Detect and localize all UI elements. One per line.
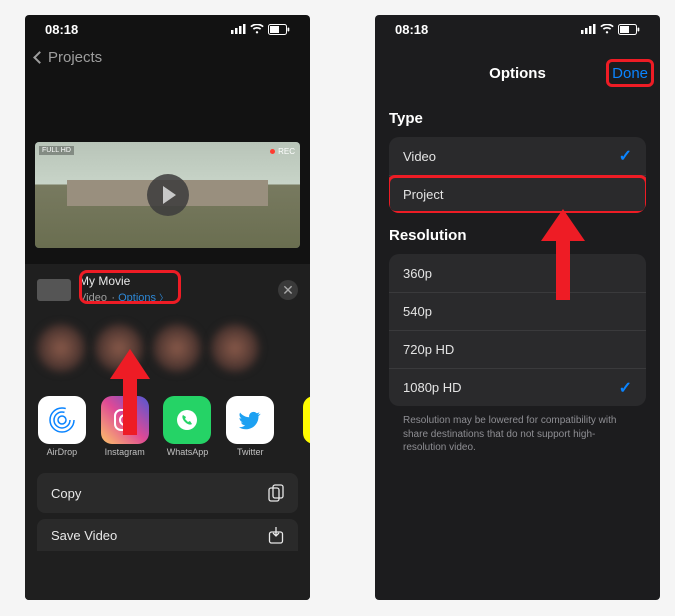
- status-icons: [581, 24, 640, 35]
- save-video-action[interactable]: Save Video: [37, 519, 298, 551]
- wifi-icon: [250, 24, 264, 34]
- copy-icon: [268, 484, 284, 502]
- apps-row: AirDrop Instagram WhatsApp Twitter: [37, 396, 298, 457]
- res-360-row[interactable]: 360p: [389, 254, 646, 292]
- share-thumbnail: [37, 279, 71, 301]
- cellular-icon: [231, 24, 246, 34]
- options-title: Options: [489, 65, 546, 82]
- clock: 08:18: [395, 22, 428, 37]
- chevron-right-icon: 〉: [159, 293, 168, 303]
- battery-icon: [618, 24, 640, 35]
- res-1080-row[interactable]: 1080p HD ✓: [389, 368, 646, 406]
- share-item-kind: Video: [79, 292, 107, 304]
- airdrop-icon: [47, 405, 77, 435]
- share-screen: 08:18 Projects FULL HD REC My Movie Vid: [25, 15, 310, 600]
- res-720-row[interactable]: 720p HD: [389, 330, 646, 368]
- options-header: Options Done: [375, 43, 660, 96]
- contact-avatar[interactable]: [153, 324, 201, 372]
- wifi-icon: [600, 24, 614, 34]
- done-button[interactable]: Done: [612, 65, 648, 82]
- whatsapp-icon: [173, 406, 201, 434]
- battery-icon: [268, 24, 290, 35]
- airdrop-app[interactable]: AirDrop: [37, 396, 87, 457]
- rec-badge: REC: [270, 147, 295, 156]
- cellular-icon: [581, 24, 596, 34]
- video-preview[interactable]: FULL HD REC: [35, 142, 300, 248]
- nav-back[interactable]: Projects: [25, 43, 310, 72]
- twitter-app[interactable]: Twitter: [225, 396, 275, 457]
- checkmark-icon: ✓: [619, 146, 632, 166]
- contact-avatar[interactable]: [95, 324, 143, 372]
- fullhd-badge: FULL HD: [39, 146, 74, 155]
- instagram-icon: [112, 407, 138, 433]
- action-list: Copy Save Video: [37, 473, 298, 551]
- share-sheet: My Movie Video · Options 〉 ✕: [25, 264, 310, 600]
- status-bar: 08:18: [375, 15, 660, 43]
- chevron-left-icon: [33, 51, 46, 64]
- contact-avatar[interactable]: [211, 324, 259, 372]
- contact-avatar[interactable]: [37, 324, 85, 372]
- share-item-title: My Movie: [79, 274, 270, 288]
- share-item-row: My Movie Video · Options 〉 ✕: [37, 274, 298, 314]
- clock: 08:18: [45, 22, 78, 37]
- status-icons: [231, 24, 290, 35]
- instagram-app[interactable]: Instagram: [100, 396, 150, 457]
- checkmark-icon: ✓: [619, 378, 632, 398]
- type-header: Type: [389, 110, 646, 127]
- status-bar: 08:18: [25, 15, 310, 43]
- snap-app[interactable]: S: [288, 396, 310, 457]
- twitter-icon: [235, 405, 265, 435]
- resolution-footnote: Resolution may be lowered for compatibil…: [389, 406, 646, 463]
- play-icon: [163, 186, 176, 204]
- options-link[interactable]: Options 〉: [118, 292, 168, 304]
- nav-back-label: Projects: [48, 49, 102, 66]
- copy-action[interactable]: Copy: [37, 473, 298, 513]
- type-section: Type Video ✓ Project: [375, 96, 660, 213]
- options-screen: 08:18 Options Done Type Video ✓ Project …: [375, 15, 660, 600]
- whatsapp-app[interactable]: WhatsApp: [163, 396, 213, 457]
- play-button[interactable]: [147, 174, 189, 216]
- save-icon: [268, 526, 284, 544]
- res-540-row[interactable]: 540p: [389, 292, 646, 330]
- type-video-row[interactable]: Video ✓: [389, 137, 646, 175]
- type-project-row[interactable]: Project: [389, 175, 646, 213]
- close-button[interactable]: ✕: [278, 280, 298, 300]
- resolution-section: Resolution 360p 540p 720p HD 1080p HD ✓ …: [375, 213, 660, 463]
- resolution-header: Resolution: [389, 227, 646, 244]
- contacts-row: [37, 324, 298, 376]
